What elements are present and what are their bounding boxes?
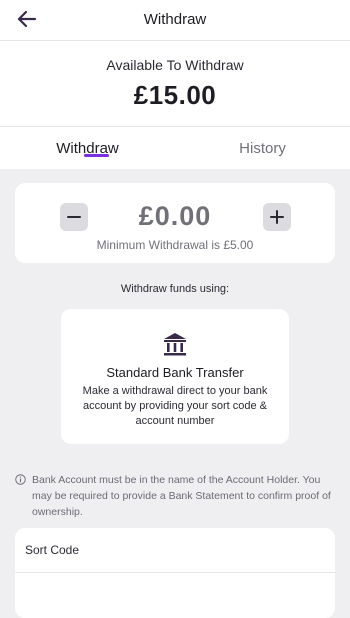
- method-title: Standard Bank Transfer: [106, 365, 244, 380]
- withdraw-methods-heading: Withdraw funds using:: [120, 283, 230, 295]
- top-bar: Withdraw: [0, 0, 350, 41]
- sort-code-field[interactable]: Sort Code: [25, 543, 79, 557]
- notice-text: Bank Account must be in the name of the …: [32, 474, 331, 518]
- balance-label: Available To Withdraw: [106, 57, 244, 73]
- decrease-amount-button[interactable]: [60, 203, 88, 231]
- active-tab-indicator: [84, 154, 109, 157]
- balance-amount: £15.00: [133, 80, 217, 110]
- standard-bank-transfer-option[interactable]: Standard Bank Transfer Make a withdrawal…: [61, 309, 289, 444]
- bank-details-form: Sort Code: [15, 528, 335, 618]
- tab-bar: Withdraw History: [0, 126, 350, 169]
- plus-icon: [270, 210, 284, 224]
- minimum-withdrawal-text: Minimum Withdrawal is £5.00: [96, 238, 254, 252]
- minus-icon: [67, 216, 81, 218]
- info-icon: [15, 474, 26, 485]
- amount-stepper-card: £0.00 Minimum Withdrawal is £5.00: [15, 183, 335, 263]
- method-description: Make a withdrawal direct to your bank ac…: [82, 385, 268, 427]
- increase-amount-button[interactable]: [263, 203, 291, 231]
- balance-section: Available To Withdraw £15.00: [0, 41, 350, 126]
- tab-withdraw[interactable]: Withdraw: [0, 127, 175, 169]
- tab-history[interactable]: History: [175, 127, 350, 169]
- account-holder-notice: Bank Account must be in the name of the …: [15, 472, 337, 520]
- page-title: Withdraw: [143, 11, 207, 28]
- withdraw-amount-value[interactable]: £0.00: [105, 201, 245, 232]
- bank-icon: [164, 333, 186, 356]
- field-divider: [15, 572, 335, 573]
